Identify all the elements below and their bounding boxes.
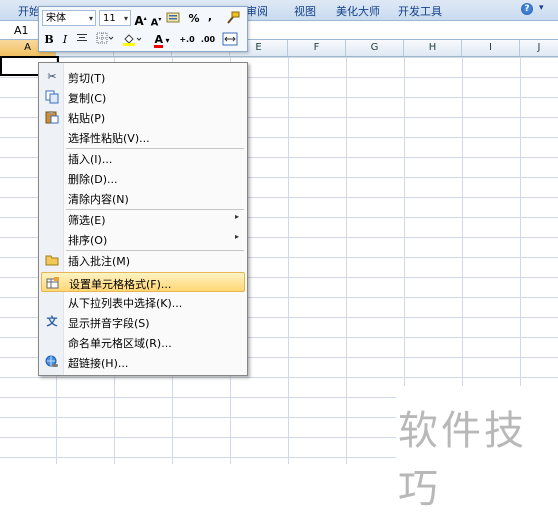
tab-home[interactable]: 开始 [18,3,40,19]
menu-item-pick-from-list[interactable]: 从下拉列表中选择(K)... [41,292,245,312]
menu-item-label: 显示拼音字段(S) [68,317,150,330]
fill-color-icon[interactable] [121,32,145,48]
watermark: 软件技巧 [396,386,558,512]
menu-item-label: 插入(I)... [68,153,113,166]
menu-item-hyperlink[interactable]: 超链接(H)... [41,352,245,372]
menu-item-paste-special[interactable]: 选择性粘贴(V)... [41,127,245,147]
mini-toolbar: 宋体 ▾ 11 ▾ A▴ A▾ % , B I A ▾ +.0 .00 [38,6,248,52]
accounting-format-icon[interactable] [165,11,183,27]
borders-icon[interactable] [95,32,115,48]
menu-item-label: 删除(D)... [68,173,118,186]
menu-item-label: 复制(C) [68,92,107,105]
menu-item-label: 筛选(E) [68,214,106,227]
copy-icon [45,90,59,104]
grow-font-label: A [134,14,144,28]
chevron-right-icon: ▸ [234,212,239,221]
shrink-font-button[interactable]: A▾ [150,12,162,28]
menu-item-clear-contents[interactable]: 清除内容(N) [41,188,245,208]
align-center-icon[interactable] [75,32,89,48]
menu-item-filter[interactable]: 筛选(E) ▸ [41,209,245,229]
font-size-combo[interactable]: 11 ▾ [99,10,131,26]
help-icon[interactable]: ? [521,3,533,15]
menu-item-cut[interactable]: ✂ 剪切(T) [41,67,245,87]
menu-item-sort[interactable]: 排序(O) ▸ [41,229,245,249]
menu-item-show-phonetic[interactable]: 文 显示拼音字段(S) [41,312,245,332]
column-header-g[interactable]: G [346,40,404,56]
decrease-decimal-button[interactable]: .00 [197,32,219,48]
menu-item-define-name[interactable]: 命名单元格区域(R)... [41,332,245,352]
font-color-button[interactable]: A ▾ [151,32,173,48]
menu-item-insert-comment[interactable]: 插入批注(M) [41,250,245,270]
grow-font-button[interactable]: A▴ [134,11,147,28]
font-color-label: A [154,33,163,48]
tab-beautify-master[interactable]: 美化大师 [336,3,380,19]
name-box[interactable]: A1 [14,24,29,37]
menu-item-label: 插入批注(M) [68,255,131,268]
paste-icon [45,110,59,124]
scissors-icon: ✂ [47,70,57,83]
menu-item-insert[interactable]: 插入(I)... [41,148,245,168]
menu-item-paste[interactable]: 粘贴(P) [41,107,245,127]
column-header-i[interactable]: I [462,40,520,56]
menu-item-label: 从下拉列表中选择(K)... [68,297,183,310]
tab-developer[interactable]: 开发工具 [398,3,442,19]
menu-item-label: 剪切(T) [68,72,106,85]
column-header-f[interactable]: F [288,40,346,56]
menu-item-label: 设置单元格格式(F)... [69,278,172,291]
chevron-right-icon: ▸ [234,232,239,241]
chevron-down-icon[interactable]: ▾ [539,3,544,13]
menu-item-label: 排序(O) [68,234,108,247]
italic-button[interactable]: I [59,32,71,48]
chevron-down-icon: ▾ [123,14,128,23]
tab-review[interactable]: 审阅 [246,3,268,19]
menu-item-delete[interactable]: 删除(D)... [41,168,245,188]
menu-item-label: 选择性粘贴(V)... [68,132,150,145]
font-size-value: 11 [103,13,116,24]
font-name-combo[interactable]: 宋体 ▾ [42,10,96,26]
menu-item-label: 超链接(H)... [68,357,129,370]
bold-button[interactable]: B [43,32,55,48]
menu-item-label: 命名单元格区域(R)... [68,337,172,350]
menu-item-label: 清除内容(N) [68,193,129,206]
chevron-down-icon: ▾ [162,36,170,45]
menu-item-format-cells[interactable]: 设置单元格格式(F)... [41,272,245,292]
menu-item-copy[interactable]: 复制(C) [41,87,245,107]
tab-view[interactable]: 视图 [294,3,316,19]
format-painter-icon[interactable] [225,11,241,27]
comment-icon [45,253,59,267]
hyperlink-icon [45,355,59,369]
font-name-value: 宋体 [46,13,66,24]
menu-item-label: 粘贴(P) [68,112,106,125]
context-menu: ✂ 剪切(T) 复制(C) 粘贴(P) 选择性粘贴(V)... 插入(I)...… [38,62,248,376]
watermark-text: 软件技巧 [398,408,527,512]
column-header-j[interactable]: J [520,40,558,56]
chevron-down-icon: ▾ [88,14,93,23]
phonetic-icon: 文 [46,315,58,328]
column-header-h[interactable]: H [404,40,462,56]
increase-decimal-button[interactable]: +.0 [176,32,198,48]
comma-style-button[interactable]: , [205,9,215,25]
format-cells-icon [46,276,60,290]
percent-style-button[interactable]: % [187,11,201,27]
merge-center-icon[interactable] [221,32,239,48]
